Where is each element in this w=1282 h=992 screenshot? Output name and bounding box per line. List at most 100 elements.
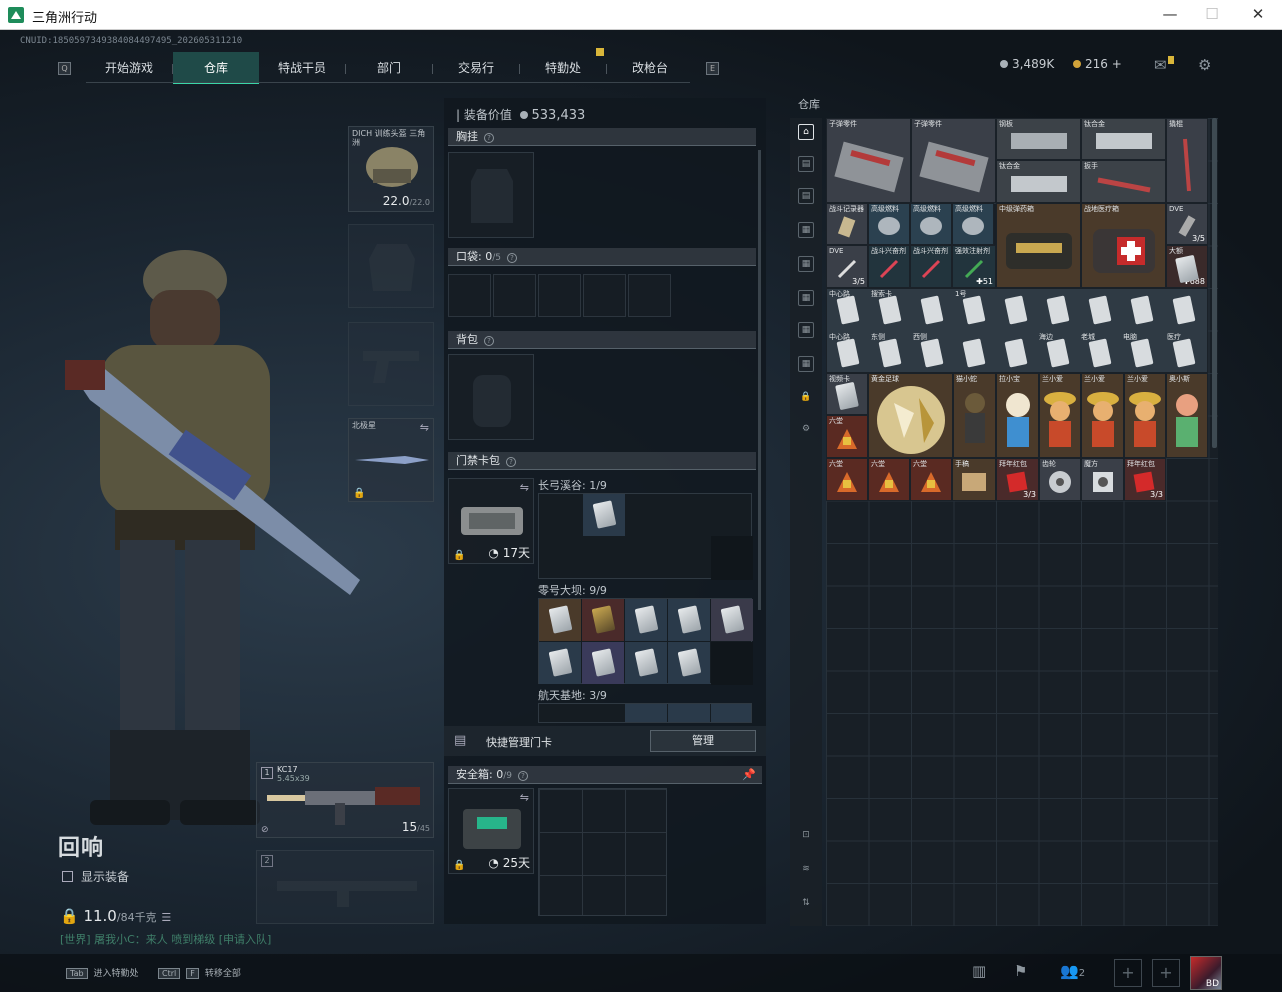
warehouse-tab-7-icon[interactable]: ▦ xyxy=(798,356,814,372)
safe-box-grid[interactable] xyxy=(538,788,667,916)
player-avatar[interactable]: BD xyxy=(1190,956,1222,990)
armor-slot[interactable] xyxy=(348,224,434,308)
friends-icon[interactable]: 👥2 xyxy=(1060,962,1085,980)
add-teammate-button[interactable]: + xyxy=(1152,959,1180,987)
warehouse-layers-icon[interactable]: ≋ xyxy=(798,862,814,878)
warehouse-item[interactable]: 撬棍 xyxy=(1166,118,1208,203)
warehouse-item[interactable]: 战地医疗箱 xyxy=(1081,203,1166,288)
equipment-scrollbar[interactable] xyxy=(758,150,761,610)
warehouse-settings-icon[interactable]: ⚙ xyxy=(798,422,814,438)
warehouse-item[interactable]: 钢板 xyxy=(996,118,1081,160)
pocket-cell[interactable] xyxy=(538,274,581,317)
tab-operators[interactable]: 特战干员 xyxy=(259,52,345,84)
warehouse-item[interactable]: 兰小爱 xyxy=(1124,373,1166,458)
keycard-item[interactable] xyxy=(711,599,753,641)
warehouse-item[interactable]: 高级燃料 xyxy=(952,203,994,245)
keycard-item[interactable] xyxy=(625,599,667,641)
warehouse-tab-6-icon[interactable]: ▦ xyxy=(798,322,814,338)
swap-icon[interactable]: ⇋ xyxy=(520,481,529,494)
warehouse-item[interactable]: 兰小爱 xyxy=(1081,373,1124,458)
tab-warehouse[interactable]: 仓库 xyxy=(173,52,259,84)
chat-message[interactable]: [世界] 屠我小C：来人 喷到梯级 [申请入队] xyxy=(60,931,271,947)
warehouse-tab-5-icon[interactable]: ▦ xyxy=(798,290,814,306)
warehouse-item[interactable]: 高级燃料 xyxy=(868,203,910,245)
warehouse-item[interactable]: 六堂 xyxy=(826,415,868,458)
backpack-slot[interactable] xyxy=(448,354,534,440)
keycard-item[interactable] xyxy=(711,704,751,722)
warehouse-item[interactable]: 战斗兴奋剂 xyxy=(868,245,910,288)
keycard-item[interactable] xyxy=(668,642,710,684)
warehouse-item[interactable]: DVE 3/5 xyxy=(826,245,868,288)
list-icon[interactable]: ☰ xyxy=(161,911,171,924)
warehouse-item[interactable]: 钛合金 xyxy=(1081,118,1166,160)
warehouse-item[interactable]: 黄金足球 xyxy=(868,373,953,458)
tab-special-ops[interactable]: 特勤处 xyxy=(520,52,606,84)
keycard-item[interactable] xyxy=(539,599,581,641)
tab-department[interactable]: 部门 xyxy=(346,52,432,84)
tab-trading[interactable]: 交易行 xyxy=(433,52,519,84)
help-icon[interactable]: ? xyxy=(506,253,517,263)
warehouse-item[interactable]: DVE 3/5 xyxy=(1166,203,1208,245)
minimize-button[interactable]: — xyxy=(1156,5,1184,25)
safe-box-slot[interactable]: ⇋ 🔒 ◔ 25天 xyxy=(448,788,534,874)
pocket-cell[interactable] xyxy=(628,274,671,317)
warehouse-item[interactable]: 战斗记录器 xyxy=(826,203,868,245)
show-equipment-checkbox[interactable] xyxy=(62,871,73,882)
mail-icon[interactable]: ✉ xyxy=(1154,56,1167,74)
warehouse-item[interactable]: 六堂 xyxy=(868,458,910,501)
settings-gear-icon[interactable]: ⚙ xyxy=(1198,56,1211,74)
warehouse-item[interactable]: 钛合金 xyxy=(996,160,1081,203)
warehouse-item[interactable]: 高级燃料 xyxy=(910,203,952,245)
knife-slot[interactable]: 北极星 ⇋ 🔒 xyxy=(348,418,434,502)
swap-icon[interactable]: ⇋ xyxy=(420,421,429,434)
chest-rig-slot[interactable] xyxy=(448,152,534,238)
keycard-item[interactable] xyxy=(668,599,710,641)
warehouse-item[interactable]: 齿轮 xyxy=(1039,458,1081,501)
warehouse-item[interactable]: 子弹零件 xyxy=(826,118,911,203)
warehouse-item[interactable]: 拜年红包 3/3 xyxy=(1124,458,1166,501)
pocket-cell[interactable] xyxy=(448,274,491,317)
warehouse-item[interactable]: 子弹零件 xyxy=(911,118,996,203)
show-equipment-toggle[interactable]: 显示装备 xyxy=(62,868,129,885)
warehouse-all-icon[interactable]: ⌂ xyxy=(798,124,814,140)
warehouse-item[interactable]: 战斗兴奋剂 xyxy=(910,245,952,288)
warehouse-item[interactable]: 中级弹药箱 xyxy=(996,203,1081,288)
stats-chart-icon[interactable]: ▥ xyxy=(972,962,986,980)
warehouse-tab-4-icon[interactable]: ▦ xyxy=(798,256,814,272)
warehouse-item[interactable]: 兰小爱 xyxy=(1039,373,1081,458)
manage-button[interactable]: 管理 xyxy=(650,730,756,752)
warehouse-expand-icon[interactable]: ⊡ xyxy=(798,828,814,844)
keycard-item[interactable] xyxy=(583,494,625,536)
tab-hint[interactable]: Tab 进入特勤处 xyxy=(66,966,139,979)
warehouse-tab-1-icon[interactable]: ▤ xyxy=(798,156,814,172)
warehouse-item[interactable]: 扳手 xyxy=(1081,160,1166,203)
warehouse-scrollbar[interactable] xyxy=(1212,118,1217,448)
warehouse-item[interactable]: 魔方 xyxy=(1081,458,1124,501)
helmet-slot[interactable]: DICH 训练头盔 三角洲 22.0/22.0 xyxy=(348,126,434,212)
close-button[interactable]: ✕ xyxy=(1244,5,1272,25)
warehouse-tab-2-icon[interactable]: ▤ xyxy=(798,188,814,204)
warehouse-item[interactable]: 猫小蛇 xyxy=(953,373,996,458)
tab-start-game[interactable]: 开始游戏 xyxy=(86,52,172,84)
warehouse-item[interactable]: 强效注射剂 ✚51 xyxy=(952,245,996,288)
warehouse-tab-3-icon[interactable]: ▦ xyxy=(798,222,814,238)
keycard-item[interactable] xyxy=(582,642,624,684)
warehouse-item[interactable]: 六堂 xyxy=(910,458,952,501)
warehouse-item[interactable]: 手稿 xyxy=(952,458,996,501)
keycard-item[interactable] xyxy=(625,704,667,722)
warehouse-item[interactable]: 拉小宝 xyxy=(996,373,1039,458)
warehouse-sort-icon[interactable]: ⇅ xyxy=(798,896,814,912)
flag-icon[interactable]: ⚑ xyxy=(1014,962,1027,980)
nav-next-key[interactable]: E xyxy=(706,62,719,75)
warehouse-item[interactable]: 六堂 xyxy=(826,458,868,501)
pistol-slot[interactable] xyxy=(348,322,434,406)
warehouse-item[interactable]: 视频卡 xyxy=(826,373,868,415)
maximize-button[interactable]: ☐ xyxy=(1198,5,1226,25)
nav-prev-key[interactable]: Q xyxy=(58,62,71,75)
add-teammate-button[interactable]: + xyxy=(1114,959,1142,987)
warehouse-item[interactable]: 大额✚688 xyxy=(1166,245,1208,288)
weapon-slot-2[interactable]: 2 xyxy=(256,850,434,924)
help-icon[interactable]: ? xyxy=(506,457,516,467)
keycard-item[interactable] xyxy=(668,704,710,722)
keycard-case-slot[interactable]: ⇋ 🔒 ◔ 17天 xyxy=(448,478,534,564)
